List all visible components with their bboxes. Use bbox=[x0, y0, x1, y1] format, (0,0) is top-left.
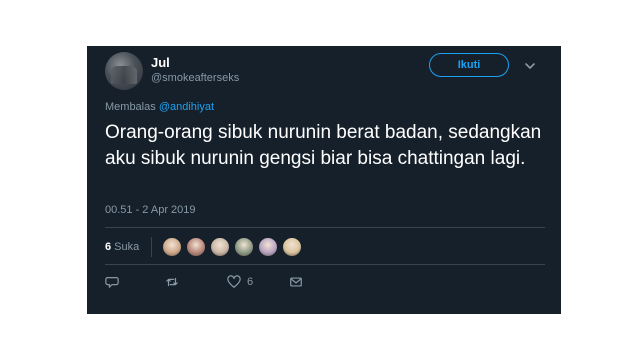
reply-prefix: Membalas bbox=[105, 101, 156, 113]
reply-mention-link[interactable]: @andihiyat bbox=[159, 101, 214, 113]
author-name[interactable]: Jul bbox=[151, 55, 170, 70]
author-handle[interactable]: @smokeafterseks bbox=[151, 72, 239, 84]
likes-separator bbox=[151, 237, 153, 257]
liker-avatar[interactable] bbox=[186, 237, 207, 257]
liker-avatar[interactable] bbox=[210, 237, 231, 257]
liker-avatar[interactable] bbox=[282, 237, 303, 257]
likes-row: 6 Suka bbox=[105, 235, 306, 259]
tweet-card: Jul @smokeafterseks Ikuti Membalas @andi… bbox=[87, 46, 561, 314]
avatar[interactable] bbox=[105, 52, 143, 90]
likes-count[interactable]: 6 bbox=[105, 241, 111, 253]
tweet-timestamp[interactable]: 00.51 - 2 Apr 2019 bbox=[105, 204, 196, 216]
like-button[interactable]: 6 bbox=[227, 273, 253, 291]
retweet-icon bbox=[166, 277, 178, 287]
tweet-text: Orang-orang sibuk nurunin berat badan, s… bbox=[105, 122, 542, 169]
liker-avatars bbox=[162, 237, 306, 257]
divider bbox=[105, 264, 545, 265]
like-icon bbox=[227, 275, 241, 288]
reply-button[interactable] bbox=[105, 273, 119, 291]
like-count: 6 bbox=[247, 276, 254, 288]
message-button[interactable] bbox=[289, 273, 303, 291]
reply-context: Membalas @andihiyat bbox=[105, 101, 214, 113]
message-icon bbox=[290, 277, 302, 287]
tweet-actions: 6 bbox=[105, 273, 303, 291]
follow-button[interactable]: Ikuti bbox=[429, 53, 509, 77]
likes-label[interactable]: Suka bbox=[114, 241, 139, 253]
liker-avatar[interactable] bbox=[234, 237, 255, 257]
reply-icon bbox=[105, 277, 119, 288]
liker-avatar[interactable] bbox=[258, 237, 279, 257]
divider bbox=[105, 227, 545, 228]
chevron-down-icon[interactable] bbox=[524, 60, 536, 72]
retweet-button[interactable] bbox=[165, 273, 179, 291]
liker-avatar[interactable] bbox=[162, 237, 183, 257]
